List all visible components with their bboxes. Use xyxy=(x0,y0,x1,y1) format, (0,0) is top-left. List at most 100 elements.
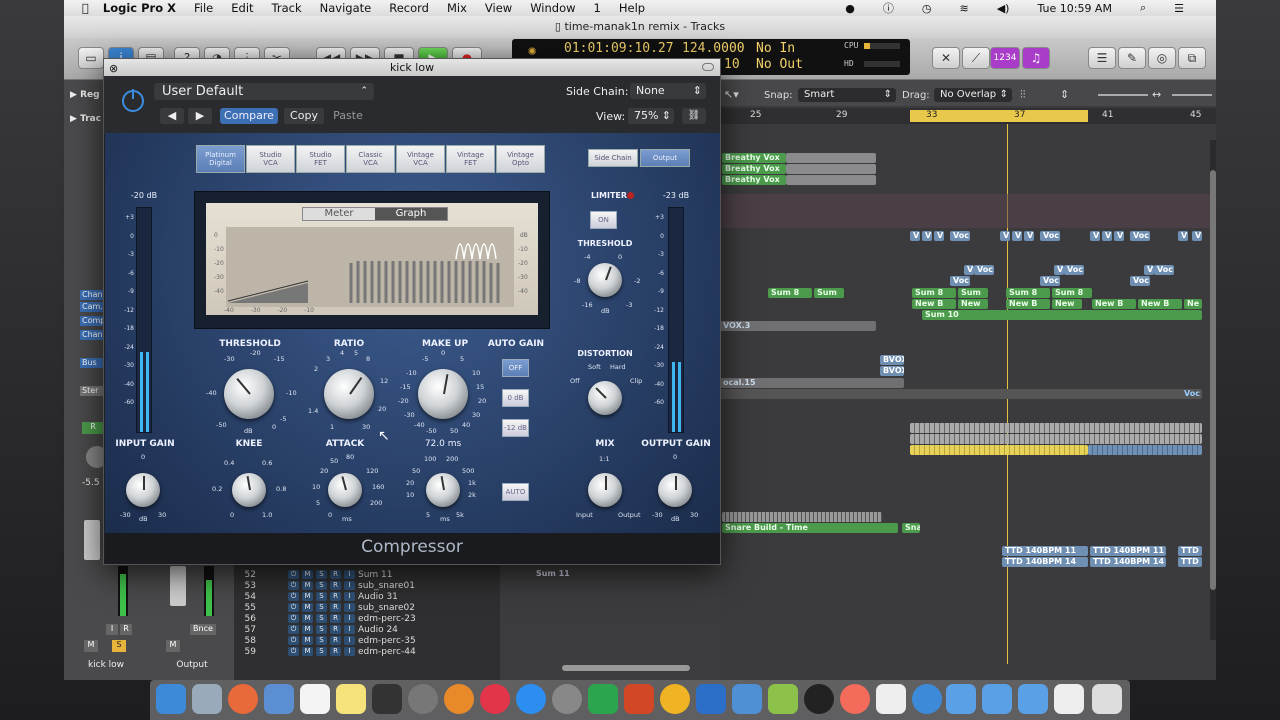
firefox-icon[interactable] xyxy=(228,684,258,714)
release-knob[interactable] xyxy=(426,473,460,507)
notes-icon[interactable] xyxy=(336,684,366,714)
power-icon[interactable] xyxy=(122,89,144,112)
solo-button[interactable]: S xyxy=(316,614,327,623)
type-vintage-vca[interactable]: Vintage VCA xyxy=(396,145,445,173)
menu-navigate[interactable]: Navigate xyxy=(320,1,372,15)
region[interactable]: Breathy Vox xyxy=(722,153,786,163)
region[interactable]: V xyxy=(1114,231,1124,241)
region[interactable]: Sum 11 xyxy=(536,569,570,578)
limiter-threshold-knob[interactable] xyxy=(588,263,622,297)
solo-button[interactable]: S xyxy=(316,636,327,645)
preview-icon[interactable] xyxy=(264,684,294,714)
track-row[interactable]: 57 ⏻ M S R I Audio 24 xyxy=(236,624,500,635)
power-button[interactable]: ⏻ xyxy=(288,625,299,634)
menu-file[interactable]: File xyxy=(194,1,213,15)
region[interactable] xyxy=(910,434,1202,444)
waveform-zoom-icon[interactable]: ⫶⫶ xyxy=(1020,88,1026,102)
power-button[interactable]: ⏻ xyxy=(288,614,299,623)
track-row[interactable]: 59 ⏻ M S R Iedm-perc-44 xyxy=(236,646,500,657)
output-view-button[interactable]: Output xyxy=(640,149,690,167)
loop-browser-icon[interactable]: ◎ xyxy=(1148,47,1176,69)
region[interactable]: Breathy Vox xyxy=(722,164,786,174)
input-button[interactable]: I xyxy=(344,625,355,634)
clock[interactable]: Tue 10:59 AM xyxy=(1037,2,1112,15)
region[interactable]: Ne xyxy=(1184,299,1202,309)
menu-track[interactable]: Track xyxy=(272,1,302,15)
auto-gain-off-button[interactable]: OFF xyxy=(502,359,529,377)
mute-button[interactable]: M xyxy=(302,603,313,612)
region[interactable]: Voc xyxy=(1130,276,1150,286)
solo-button[interactable]: S xyxy=(316,647,327,656)
record-button[interactable]: R xyxy=(330,592,341,601)
solo-button[interactable]: S xyxy=(316,592,327,601)
region[interactable]: Breathy Vox xyxy=(722,175,786,185)
mute-button[interactable]: M xyxy=(302,647,313,656)
compare-button[interactable]: Compare xyxy=(220,108,278,124)
plugin-titlebar[interactable]: ⊗ kick low xyxy=(104,59,720,76)
region[interactable]: Voc xyxy=(720,389,1202,399)
input-button[interactable]: I xyxy=(344,614,355,623)
mute-button[interactable]: M xyxy=(302,636,313,645)
region[interactable] xyxy=(722,512,882,522)
record-button[interactable]: R xyxy=(330,603,341,612)
region[interactable]: BVOX xyxy=(880,355,904,365)
record-enable-button[interactable]: R xyxy=(120,624,132,635)
record-button[interactable]: R xyxy=(330,625,341,634)
solo-button[interactable]: S xyxy=(112,640,126,652)
folder-icon[interactable] xyxy=(946,684,976,714)
powerpoint-icon[interactable] xyxy=(624,684,654,714)
ratio-knob[interactable] xyxy=(324,369,374,419)
mix-knob[interactable] xyxy=(588,473,622,507)
search-icon[interactable]: ⌕ xyxy=(1140,1,1146,15)
record-button[interactable]: R xyxy=(330,581,341,590)
menu-record[interactable]: Record xyxy=(389,1,429,15)
region[interactable]: New B xyxy=(1006,299,1050,309)
region[interactable]: TTD xyxy=(1178,546,1202,556)
region[interactable] xyxy=(1088,445,1202,455)
type-studio-vca[interactable]: Studio VCA xyxy=(246,145,295,173)
region[interactable]: Sum 8 xyxy=(912,288,956,298)
region[interactable]: TTD xyxy=(1178,557,1202,567)
region[interactable]: VOX.3 xyxy=(720,321,876,331)
region[interactable]: Voc xyxy=(1040,276,1060,286)
region[interactable]: New B xyxy=(1138,299,1182,309)
horizontal-zoom-icon[interactable]: ↔ xyxy=(1152,88,1161,101)
input-button[interactable]: I xyxy=(344,592,355,601)
lcd-position[interactable]: 01:01:09:10.27 xyxy=(564,41,674,56)
track-row[interactable]: 56 ⏻ M S R Iedm-perc-23 xyxy=(236,613,500,624)
input-gain-knob[interactable] xyxy=(126,473,160,507)
threshold-knob[interactable] xyxy=(224,369,274,419)
mute-button[interactable]: M xyxy=(302,570,313,579)
auto-gain-0db-button[interactable]: 0 dB xyxy=(502,389,529,407)
makeup-knob[interactable] xyxy=(418,369,468,419)
info-icon[interactable]: ⓘ xyxy=(883,0,894,16)
region[interactable]: New xyxy=(1052,299,1082,309)
bounce-button[interactable]: Bnce xyxy=(190,624,216,635)
limiter-on-button[interactable]: ON xyxy=(590,211,617,229)
region[interactable]: V xyxy=(1192,231,1202,241)
app-store-icon[interactable] xyxy=(516,684,546,714)
type-studio-fet[interactable]: Studio FET xyxy=(296,145,345,173)
pointer-tool-icon[interactable]: ↖▾ xyxy=(724,88,739,101)
distortion-knob[interactable] xyxy=(588,381,622,415)
region[interactable]: Voc xyxy=(1040,231,1060,241)
input-button[interactable]: I xyxy=(344,570,355,579)
wifi-icon[interactable]: ≋ xyxy=(959,2,968,15)
region[interactable]: V xyxy=(1000,231,1010,241)
horizontal-scroll-thumb[interactable] xyxy=(562,665,690,671)
region[interactable]: V xyxy=(1054,265,1064,275)
blender-icon[interactable] xyxy=(444,684,474,714)
next-preset-button[interactable]: ▶ xyxy=(188,108,212,124)
region[interactable]: TTD 140BPM 11 xyxy=(1090,546,1166,556)
record-button[interactable]: R xyxy=(330,636,341,645)
snap-select[interactable]: Smart ⇕ xyxy=(798,88,896,102)
volume-icon[interactable]: ◀) xyxy=(997,2,1010,15)
minecraft-icon[interactable] xyxy=(768,684,798,714)
track-row[interactable]: 53 ⏻ M S R Isub_snare01 xyxy=(236,580,500,591)
trash-icon[interactable] xyxy=(1092,684,1122,714)
previous-preset-button[interactable]: ◀ xyxy=(160,108,184,124)
region[interactable]: New B xyxy=(912,299,956,309)
region[interactable]: Sum 8 xyxy=(1006,288,1050,298)
menu-window[interactable]: Window xyxy=(530,1,575,15)
word-icon[interactable] xyxy=(696,684,726,714)
